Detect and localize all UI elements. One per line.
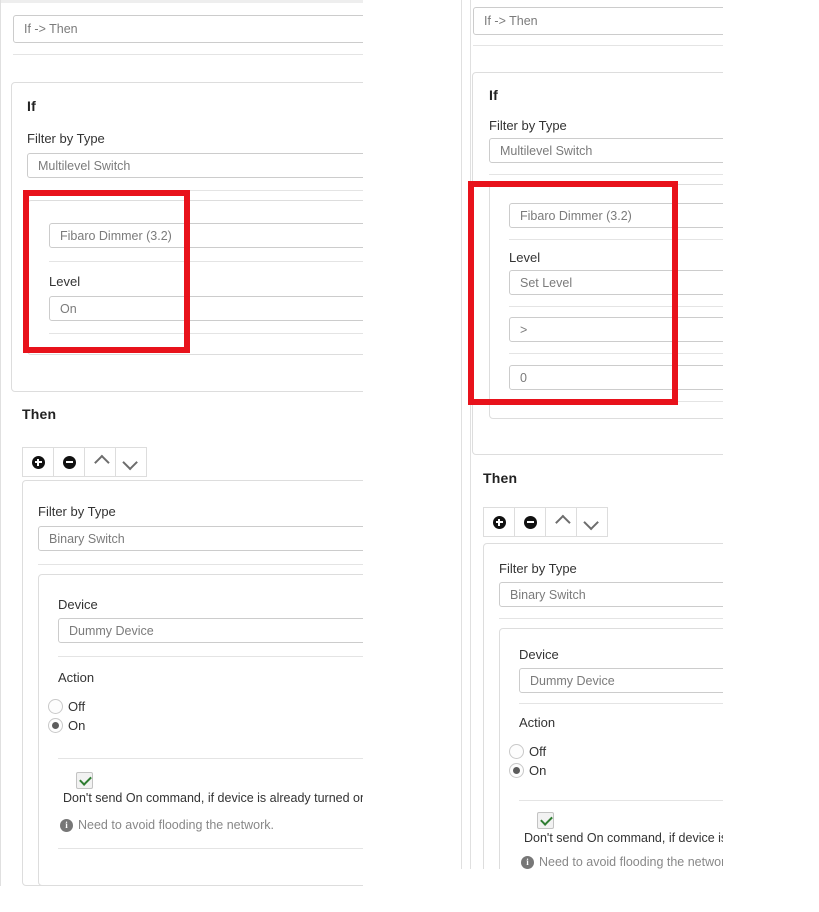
right-edge-rail-2 (470, 0, 471, 869)
if-filter-divider (27, 190, 363, 191)
radio-off-control[interactable] (48, 699, 63, 714)
action-divider (519, 800, 723, 801)
then-toolbar (22, 447, 147, 477)
if-level-select[interactable]: On (49, 296, 363, 321)
rule-name-divider (13, 54, 363, 55)
then-device-label: Device (58, 597, 98, 612)
then-toolbar (483, 507, 608, 537)
then-device-divider (519, 703, 723, 704)
radio-off-label: Off (68, 699, 86, 714)
info-icon: i (60, 818, 73, 832)
if-level-divider (49, 333, 363, 334)
add-button[interactable] (22, 447, 54, 477)
if-level-label: Level (509, 250, 541, 265)
if-heading: If (489, 87, 498, 103)
suppress-command-label: Don't send On command, if device is alre… (63, 791, 363, 805)
left-edge-rail (0, 0, 1, 886)
suppress-command-checkbox[interactable] (76, 772, 93, 789)
if-filter-label: Filter by Type (489, 118, 567, 133)
if-level-divider (509, 306, 723, 307)
if-device-divider (49, 261, 363, 262)
left-top-strip (0, 0, 363, 3)
flooding-note: i Need to avoid flooding the network. (60, 818, 274, 832)
radio-on-label: On (68, 718, 86, 733)
move-down-button[interactable] (115, 447, 147, 477)
then-heading: Then (483, 470, 518, 486)
radio-off-control[interactable] (509, 744, 524, 759)
remove-button[interactable] (514, 507, 546, 537)
radio-on-row[interactable]: On (48, 718, 85, 733)
action-divider (58, 758, 363, 759)
flooding-note: i Need to avoid flooding the network. (521, 855, 723, 869)
action-radio-group: Off On (48, 699, 85, 737)
action-radio-group: Off On (509, 744, 546, 782)
right-edge-rail (461, 0, 462, 869)
if-threshold-divider (509, 401, 723, 402)
if-filter-label: Filter by Type (27, 131, 105, 146)
then-device-label: Device (519, 647, 559, 662)
if-device-select[interactable]: Fibaro Dimmer (3.2) (49, 223, 363, 248)
minus-circle-icon (523, 515, 537, 529)
remove-button[interactable] (53, 447, 85, 477)
plus-circle-icon (31, 455, 45, 469)
then-filter-divider (38, 564, 363, 565)
radio-off-row[interactable]: Off (48, 699, 85, 714)
if-filter-select[interactable]: Multilevel Switch (27, 153, 363, 178)
radio-on-control[interactable] (48, 718, 63, 733)
add-button[interactable] (483, 507, 515, 537)
chevron-up-icon (93, 454, 110, 470)
right-panel-screenshot: If -> Then If Filter by Type Multilevel … (461, 0, 723, 869)
radio-off-label: Off (529, 744, 547, 759)
rule-name-divider (473, 45, 723, 46)
then-device-select[interactable]: Dummy Device (519, 668, 723, 693)
then-action-label: Action (58, 670, 95, 685)
if-threshold-input[interactable]: 0 (509, 365, 723, 390)
if-operator-divider (509, 353, 723, 354)
rule-name-input[interactable]: If -> Then (473, 7, 723, 35)
move-up-button[interactable] (84, 447, 116, 477)
then-filter-select[interactable]: Binary Switch (38, 526, 363, 551)
chevron-up-icon (554, 514, 571, 530)
then-filter-select[interactable]: Binary Switch (499, 582, 723, 607)
if-device-divider (509, 239, 723, 240)
suppress-command-label: Don't send On command, if device is alre… (524, 831, 723, 845)
note-divider (58, 848, 363, 849)
if-filter-divider (489, 174, 723, 175)
if-level-select[interactable]: Set Level (509, 270, 723, 295)
then-heading: Then (22, 406, 57, 422)
radio-off-row[interactable]: Off (509, 744, 546, 759)
rule-name-input[interactable]: If -> Then (13, 15, 363, 43)
plus-circle-icon (492, 515, 506, 529)
if-heading: If (27, 98, 36, 114)
then-device-divider (58, 656, 363, 657)
if-level-label: Level (49, 274, 81, 289)
then-filter-label: Filter by Type (38, 504, 116, 519)
suppress-command-checkbox[interactable] (537, 812, 554, 829)
flooding-note-text: Need to avoid flooding the network. (78, 818, 274, 832)
chevron-down-icon (121, 454, 138, 470)
if-filter-select[interactable]: Multilevel Switch (489, 138, 723, 163)
move-up-button[interactable] (545, 507, 577, 537)
move-down-button[interactable] (576, 507, 608, 537)
flooding-note-text: Need to avoid flooding the network. (539, 855, 723, 869)
radio-on-row[interactable]: On (509, 763, 546, 778)
info-icon: i (521, 855, 534, 869)
radio-on-label: On (529, 763, 547, 778)
then-filter-divider (499, 618, 723, 619)
if-device-select[interactable]: Fibaro Dimmer (3.2) (509, 203, 723, 228)
chevron-down-icon (582, 514, 599, 530)
then-action-label: Action (519, 715, 556, 730)
left-panel-screenshot: If -> Then If Filter by Type Multilevel … (0, 0, 363, 886)
radio-on-control[interactable] (509, 763, 524, 778)
if-operator-select[interactable]: > (509, 317, 723, 342)
minus-circle-icon (62, 455, 76, 469)
then-filter-label: Filter by Type (499, 561, 577, 576)
then-device-select[interactable]: Dummy Device (58, 618, 363, 643)
